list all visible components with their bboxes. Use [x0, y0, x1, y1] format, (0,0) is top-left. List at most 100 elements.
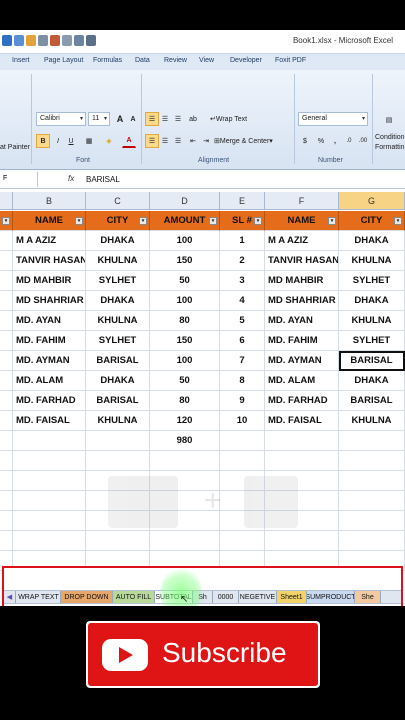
- row-stub[interactable]: [0, 451, 13, 471]
- sheet-tab[interactable]: DROP DOWN: [61, 591, 113, 603]
- align-middle-icon[interactable]: ☰: [158, 112, 172, 126]
- table-cell[interactable]: [220, 431, 265, 451]
- column-header-c[interactable]: C: [86, 192, 150, 210]
- table-cell[interactable]: KHULNA: [86, 411, 150, 431]
- row-stub[interactable]: [0, 271, 13, 291]
- shrink-font-button[interactable]: A: [126, 112, 140, 126]
- table-cell[interactable]: [265, 431, 339, 451]
- table-cell[interactable]: [339, 451, 405, 471]
- filter-dropdown-icon[interactable]: ▾: [394, 217, 402, 225]
- table-cell[interactable]: [339, 511, 405, 531]
- conditional-formatting-label[interactable]: Condition: [375, 132, 405, 142]
- table-header-cell[interactable]: NAME ▾: [265, 211, 339, 231]
- filter-dropdown-icon[interactable]: ▾: [75, 217, 83, 225]
- table-cell[interactable]: KHULNA: [339, 251, 405, 271]
- percent-button[interactable]: %: [314, 134, 328, 148]
- table-cell[interactable]: [220, 531, 265, 551]
- table-cell[interactable]: MD. AYAN: [265, 311, 339, 331]
- table-cell[interactable]: 6: [220, 331, 265, 351]
- tab-insert[interactable]: Insert: [12, 57, 30, 64]
- undo-icon[interactable]: [50, 35, 60, 46]
- tab-scroll-icon[interactable]: ◀: [4, 591, 16, 603]
- column-header-e[interactable]: E: [220, 192, 265, 210]
- row-stub[interactable]: [0, 311, 13, 331]
- table-cell[interactable]: [13, 511, 86, 531]
- table-cell[interactable]: 3: [220, 271, 265, 291]
- format-painter-button[interactable]: at Painter: [0, 140, 30, 154]
- table-cell[interactable]: MD. AYMAN: [13, 351, 86, 371]
- table-header-cell[interactable]: CITY ▾: [86, 211, 150, 231]
- tab-foxit-pdf[interactable]: Foxit PDF: [275, 57, 306, 64]
- table-cell[interactable]: 10: [220, 411, 265, 431]
- table-cell[interactable]: [339, 491, 405, 511]
- table-cell[interactable]: 120: [150, 411, 220, 431]
- align-top-icon[interactable]: ☰: [145, 112, 159, 126]
- table-cell[interactable]: 1: [220, 231, 265, 251]
- table-cell[interactable]: SYLHET: [86, 331, 150, 351]
- sheet-tab[interactable]: AUTO FILL: [113, 591, 155, 603]
- column-header-f[interactable]: F: [265, 192, 339, 210]
- sheet-tab[interactable]: Sheet1: [277, 591, 307, 603]
- conditional-formatting-icon[interactable]: ▤: [376, 110, 402, 130]
- table-cell[interactable]: [339, 471, 405, 491]
- tab-view[interactable]: View: [199, 57, 214, 64]
- filter-dropdown-icon[interactable]: ▾: [209, 217, 217, 225]
- table-cell[interactable]: MD SHAHRIAR: [265, 291, 339, 311]
- table-cell[interactable]: BARISAL: [339, 391, 405, 411]
- table-cell[interactable]: MD SHAHRIAR: [13, 291, 86, 311]
- align-left-icon[interactable]: ☰: [145, 134, 159, 148]
- table-cell[interactable]: 150: [150, 251, 220, 271]
- table-cell[interactable]: [265, 531, 339, 551]
- increase-indent-icon[interactable]: ⇥: [199, 134, 213, 148]
- sheet-tab[interactable]: She: [355, 591, 381, 603]
- table-cell[interactable]: DHAKA: [86, 371, 150, 391]
- fx-icon[interactable]: fx: [68, 174, 74, 183]
- filter-dropdown-icon[interactable]: ▾: [139, 217, 147, 225]
- table-cell[interactable]: 80: [150, 391, 220, 411]
- tab-review[interactable]: Review: [164, 57, 187, 64]
- table-cell[interactable]: MD. FAHIM: [13, 331, 86, 351]
- tab-page-layout[interactable]: Page Layout: [44, 57, 83, 64]
- preview-icon[interactable]: [62, 35, 72, 46]
- align-center-icon[interactable]: ☰: [158, 134, 172, 148]
- formula-content[interactable]: BARISAL: [86, 175, 120, 184]
- font-color-button[interactable]: A: [122, 134, 136, 148]
- tab-data[interactable]: Data: [135, 57, 150, 64]
- row-stub[interactable]: [0, 391, 13, 411]
- comma-button[interactable]: ,: [328, 134, 342, 148]
- sheet-tab[interactable]: WRAP TEXT: [17, 591, 61, 603]
- table-cell[interactable]: [339, 431, 405, 451]
- row-stub[interactable]: [0, 351, 13, 371]
- table-cell[interactable]: 100: [150, 291, 220, 311]
- table-cell[interactable]: MD MAHBIR: [13, 271, 86, 291]
- orientation-icon[interactable]: ab: [186, 112, 200, 126]
- table-cell[interactable]: MD MAHBIR: [265, 271, 339, 291]
- table-cell[interactable]: [13, 431, 86, 451]
- table-cell[interactable]: MD. ALAM: [265, 371, 339, 391]
- table-cell[interactable]: DHAKA: [339, 371, 405, 391]
- table-cell[interactable]: BARISAL: [86, 351, 150, 371]
- fill-color-icon[interactable]: ◈: [102, 134, 116, 148]
- column-header-b[interactable]: B: [13, 192, 86, 210]
- wrap-text-button[interactable]: ↵ Wrap Text: [210, 112, 266, 126]
- number-format-select[interactable]: General ▾: [298, 112, 368, 126]
- table-cell[interactable]: DHAKA: [339, 291, 405, 311]
- table-cell[interactable]: [220, 451, 265, 471]
- table-cell[interactable]: KHULNA: [86, 251, 150, 271]
- borders-icon[interactable]: ▦: [82, 134, 96, 148]
- column-header-g[interactable]: G: [339, 192, 405, 210]
- row-stub[interactable]: [0, 251, 13, 271]
- table-cell[interactable]: 2: [220, 251, 265, 271]
- row-stub[interactable]: [0, 531, 13, 551]
- table-cell[interactable]: MD. AYAN: [13, 311, 86, 331]
- table-cell[interactable]: [13, 531, 86, 551]
- table-cell[interactable]: SYLHET: [86, 271, 150, 291]
- row-stub[interactable]: [0, 371, 13, 391]
- table-cell[interactable]: KHULNA: [339, 311, 405, 331]
- table-cell[interactable]: 7: [220, 351, 265, 371]
- tab-formulas[interactable]: Formulas: [93, 57, 122, 64]
- table-cell[interactable]: [86, 451, 150, 471]
- table-cell[interactable]: DHAKA: [86, 291, 150, 311]
- table-cell[interactable]: MD. ALAM: [13, 371, 86, 391]
- align-bottom-icon[interactable]: ☰: [171, 112, 185, 126]
